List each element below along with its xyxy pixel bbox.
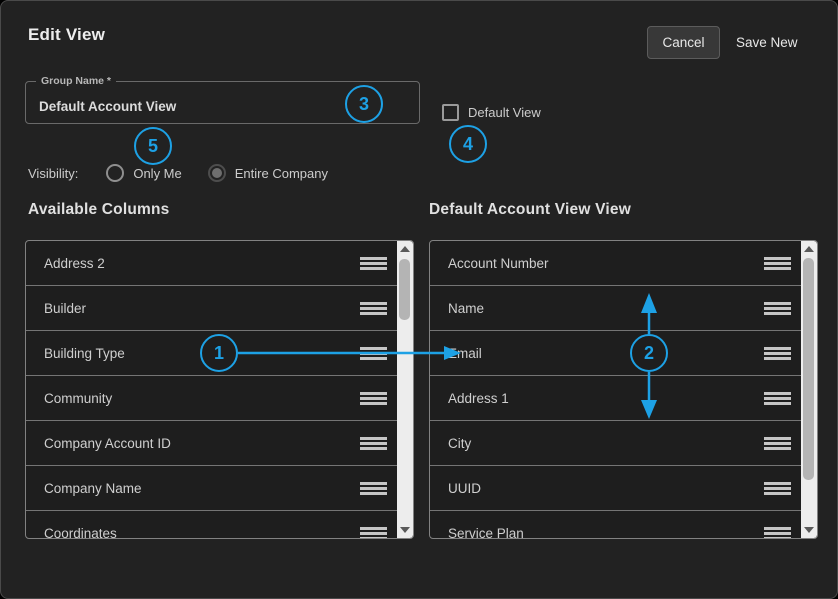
drag-handle-icon[interactable] bbox=[764, 527, 791, 540]
annotation-circle-3: 3 bbox=[345, 85, 383, 123]
drag-handle-icon[interactable] bbox=[360, 302, 387, 315]
list-item[interactable]: Name bbox=[430, 286, 801, 331]
list-item[interactable]: Address 2 bbox=[26, 241, 397, 286]
column-label: Company Name bbox=[44, 481, 360, 496]
annotation-circle-1: 1 bbox=[200, 334, 238, 372]
selected-columns-rows: Account Number Name Email Address 1 City UUID… bbox=[430, 241, 801, 539]
selected-columns-list: Account Number Name Email Address 1 City UUID… bbox=[429, 240, 818, 539]
list-item[interactable]: Coordinates bbox=[26, 511, 397, 539]
list-item[interactable]: Builder bbox=[26, 286, 397, 331]
drag-handle-icon[interactable] bbox=[764, 257, 791, 270]
column-label: Community bbox=[44, 391, 360, 406]
list-item[interactable]: Service Plan bbox=[430, 511, 801, 539]
column-label: Builder bbox=[44, 301, 360, 316]
column-label: Email bbox=[448, 346, 764, 361]
group-name-label: Group Name * bbox=[36, 75, 116, 87]
drag-handle-icon[interactable] bbox=[764, 347, 791, 360]
radio-icon[interactable] bbox=[106, 164, 124, 182]
save-new-button[interactable]: Save New bbox=[728, 26, 806, 59]
edit-view-dialog: Edit View Cancel Save New Group Name * D… bbox=[0, 0, 838, 599]
scroll-up-icon[interactable] bbox=[804, 246, 814, 252]
group-name-value: Default Account View bbox=[39, 99, 176, 114]
column-label: Account Number bbox=[448, 256, 764, 271]
scrollbar[interactable] bbox=[801, 241, 817, 538]
list-item[interactable]: Company Account ID bbox=[26, 421, 397, 466]
page-title: Edit View bbox=[28, 25, 105, 45]
visibility-radio-group: Only Me Entire Company bbox=[106, 164, 354, 182]
drag-handle-icon[interactable] bbox=[764, 392, 791, 405]
available-columns-list: Address 2BuilderBuilding TypeCommunityCo… bbox=[25, 240, 414, 539]
cancel-button[interactable]: Cancel bbox=[647, 26, 720, 59]
scrollbar[interactable] bbox=[397, 241, 413, 538]
column-label: Service Plan bbox=[448, 526, 764, 540]
visibility-option-only-me[interactable]: Only Me bbox=[106, 164, 181, 182]
column-label: Company Account ID bbox=[44, 436, 360, 451]
radio-icon[interactable] bbox=[208, 164, 226, 182]
selected-columns-heading: Default Account View View bbox=[429, 201, 631, 219]
column-label: Address 1 bbox=[448, 391, 764, 406]
radio-label: Only Me bbox=[133, 166, 181, 181]
list-item[interactable]: Email bbox=[430, 331, 801, 376]
drag-handle-icon[interactable] bbox=[360, 437, 387, 450]
drag-handle-icon[interactable] bbox=[360, 257, 387, 270]
list-item[interactable]: UUID bbox=[430, 466, 801, 511]
available-columns-heading: Available Columns bbox=[28, 201, 170, 219]
screen: Edit View Cancel Save New Group Name * D… bbox=[0, 0, 838, 599]
checkbox-icon[interactable] bbox=[442, 104, 459, 121]
list-item[interactable]: Address 1 bbox=[430, 376, 801, 421]
scroll-up-icon[interactable] bbox=[400, 246, 410, 252]
visibility-label: Visibility: bbox=[28, 166, 78, 181]
available-columns-rows: Address 2BuilderBuilding TypeCommunityCo… bbox=[26, 241, 397, 539]
column-label: City bbox=[448, 436, 764, 451]
radio-label: Entire Company bbox=[235, 166, 328, 181]
list-item[interactable]: Company Name bbox=[26, 466, 397, 511]
list-item[interactable]: Community bbox=[26, 376, 397, 421]
column-label: Address 2 bbox=[44, 256, 360, 271]
column-label: UUID bbox=[448, 481, 764, 496]
scroll-down-icon[interactable] bbox=[400, 527, 410, 533]
drag-handle-icon[interactable] bbox=[360, 482, 387, 495]
column-label: Coordinates bbox=[44, 526, 360, 540]
annotation-circle-5: 5 bbox=[134, 127, 172, 165]
scroll-down-icon[interactable] bbox=[804, 527, 814, 533]
drag-handle-icon[interactable] bbox=[360, 347, 387, 360]
default-view-checkbox-row[interactable]: Default View bbox=[442, 104, 541, 121]
column-label: Name bbox=[448, 301, 764, 316]
scrollbar-thumb[interactable] bbox=[399, 259, 410, 320]
drag-handle-icon[interactable] bbox=[360, 527, 387, 540]
drag-handle-icon[interactable] bbox=[764, 302, 791, 315]
scrollbar-thumb[interactable] bbox=[803, 258, 814, 480]
drag-handle-icon[interactable] bbox=[764, 482, 791, 495]
drag-handle-icon[interactable] bbox=[764, 437, 791, 450]
list-item[interactable]: City bbox=[430, 421, 801, 466]
list-item[interactable]: Account Number bbox=[430, 241, 801, 286]
annotation-circle-4: 4 bbox=[449, 125, 487, 163]
annotation-circle-2: 2 bbox=[630, 334, 668, 372]
default-view-label: Default View bbox=[468, 105, 541, 120]
drag-handle-icon[interactable] bbox=[360, 392, 387, 405]
visibility-row: Visibility: Only Me Entire Company bbox=[28, 164, 354, 182]
visibility-option-entire-company[interactable]: Entire Company bbox=[208, 164, 328, 182]
